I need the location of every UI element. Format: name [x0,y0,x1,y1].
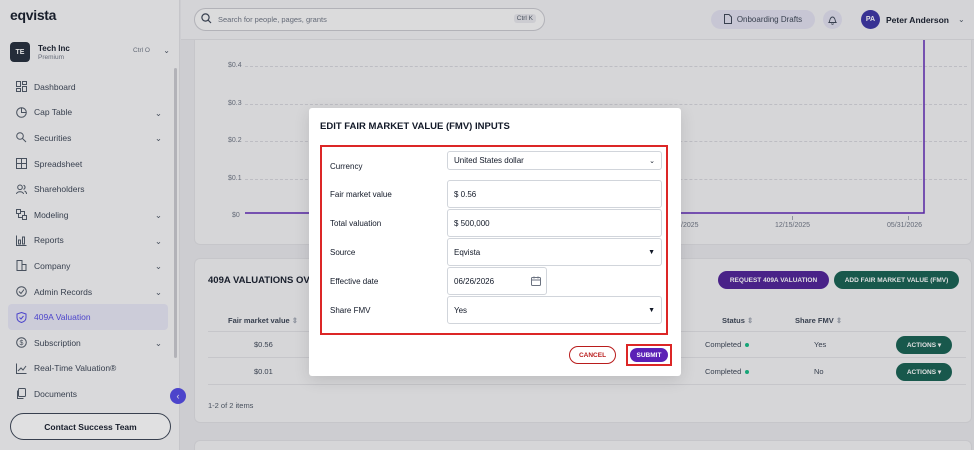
currency-row: Currency United States dollar ⌄ [330,151,662,180]
fmv-row: Fair market value $ 0.56 [330,180,662,209]
total-valuation-row: Total valuation $ 500,000 [330,209,662,238]
submit-button[interactable]: SUBMIT [630,348,668,362]
edit-fmv-modal: EDIT FAIR MARKET VALUE (FMV) INPUTS Curr… [309,108,681,376]
effective-date-row: Effective date 06/26/2026 [330,267,662,296]
source-row: Source Eqvista ▼ [330,238,662,267]
chevron-down-icon: ⌄ [649,158,655,165]
share-fmv-label: Share FMV [330,306,371,315]
currency-label: Currency [330,162,363,171]
modal-title: EDIT FAIR MARKET VALUE (FMV) INPUTS [320,121,510,132]
total-valuation-label: Total valuation [330,219,382,228]
share-fmv-select[interactable]: Yes ▼ [447,296,662,324]
caret-down-icon: ▼ [648,249,655,256]
fmv-input[interactable]: $ 0.56 [447,180,662,208]
source-select[interactable]: Eqvista ▼ [447,238,662,266]
effective-date-label: Effective date [330,277,379,286]
cancel-button[interactable]: CANCEL [569,346,616,364]
fmv-form: Currency United States dollar ⌄ Fair mar… [320,145,668,335]
caret-down-icon: ▼ [648,307,655,314]
fmv-label: Fair market value [330,190,392,199]
share-fmv-row: Share FMV Yes ▼ [330,296,662,325]
calendar-icon [531,276,541,288]
submit-highlight: SUBMIT [626,344,672,366]
currency-select[interactable]: United States dollar ⌄ [447,151,662,170]
source-label: Source [330,248,356,257]
total-valuation-input[interactable]: $ 500,000 [447,209,662,237]
effective-date-input[interactable]: 06/26/2026 [447,267,547,295]
